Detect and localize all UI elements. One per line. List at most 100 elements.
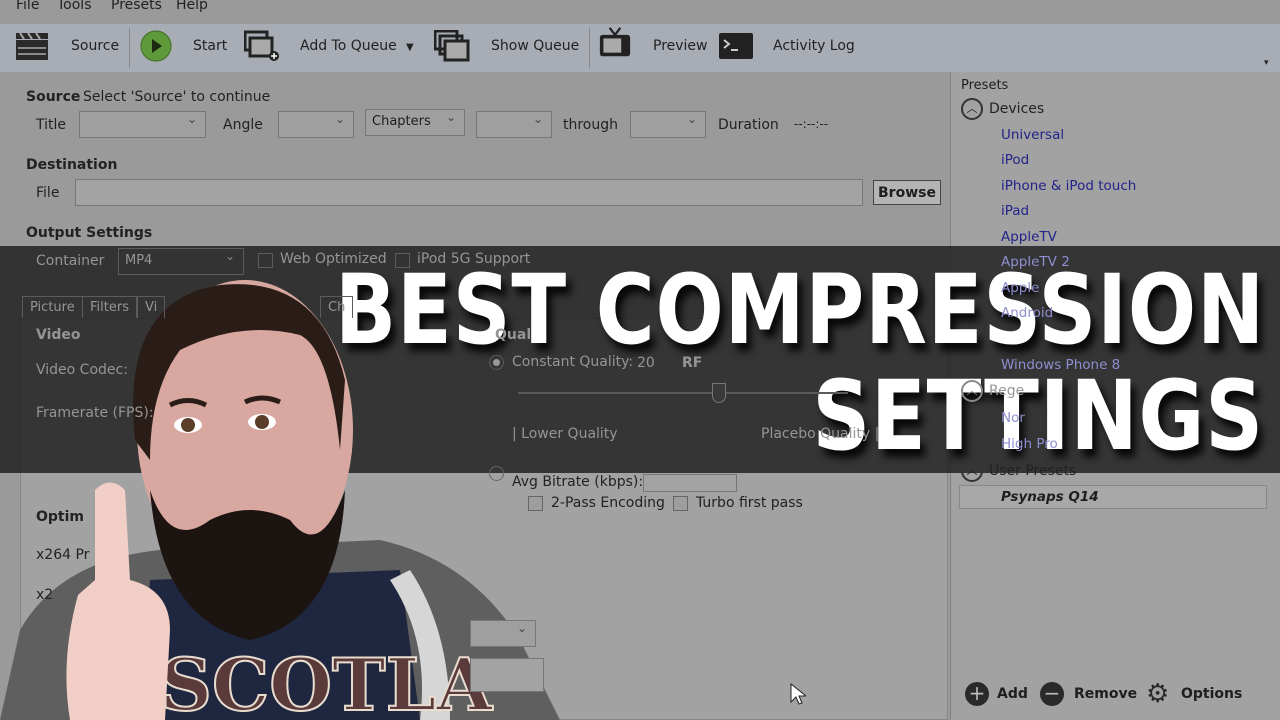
turbo-label: Turbo first pass	[696, 495, 803, 511]
preset-item[interactable]: Android	[1001, 305, 1053, 321]
preset-item[interactable]: Apple	[1001, 280, 1039, 296]
video-codec-label: Video Codec:	[36, 362, 128, 378]
preset-item[interactable]: iPhone & iPod touch	[1001, 178, 1136, 194]
dropdown-arrow-icon[interactable]: ▼	[406, 42, 414, 53]
quality-slider-track[interactable]	[518, 392, 848, 394]
quality-heading: Qual	[495, 327, 532, 343]
chapter-end-select[interactable]	[630, 111, 706, 138]
preset-item[interactable]: Nor	[1001, 410, 1025, 426]
web-optimized-checkbox[interactable]	[258, 253, 273, 268]
group-user-presets[interactable]: User Presets	[989, 463, 1076, 479]
duration-value: --:--:--	[794, 117, 829, 131]
preset-item[interactable]: Windows Phone 8	[1001, 357, 1120, 373]
group-regular[interactable]: Rege	[989, 383, 1024, 399]
cq-value: 20	[637, 355, 655, 371]
destination-heading: Destination	[26, 157, 118, 173]
angle-label: Angle	[223, 117, 263, 133]
turbo-checkbox[interactable]	[673, 496, 688, 511]
chapter-start-select[interactable]	[476, 111, 552, 138]
start-button[interactable]: Start	[193, 38, 227, 54]
preset-item[interactable]: AppleTV	[1001, 229, 1057, 245]
file-label: File	[36, 185, 60, 201]
toolbar: Source Start Add To Queue ▼ Show Queue P…	[0, 24, 1280, 72]
preset-item[interactable]: iPod	[1001, 152, 1029, 168]
output-settings-heading: Output Settings	[26, 225, 153, 241]
preset-item[interactable]: Universal	[1001, 127, 1064, 143]
tab-picture[interactable]: Picture	[22, 296, 83, 318]
activity-log-button[interactable]: Activity Log	[773, 38, 855, 54]
remove-icon[interactable]: −	[1040, 682, 1064, 706]
container-select[interactable]: MP4	[118, 248, 244, 275]
collapse-icon[interactable]: ︿	[961, 98, 983, 120]
play-icon[interactable]	[138, 30, 174, 62]
avg-bitrate-input[interactable]	[643, 474, 737, 492]
browse-button[interactable]: Browse	[873, 180, 941, 205]
ipod-label: iPod 5G Support	[417, 251, 531, 267]
presets-title: Presets	[961, 78, 1009, 93]
collapse-icon[interactable]: ︿	[961, 460, 983, 482]
clapperboard-icon[interactable]	[14, 30, 50, 62]
placebo-quality-label: Placebo Quality |	[761, 426, 880, 442]
framerate-label: Framerate (FPS):	[36, 405, 154, 421]
constant-quality-radio[interactable]	[489, 355, 504, 370]
two-pass-checkbox[interactable]	[528, 496, 543, 511]
level-field[interactable]	[470, 658, 544, 692]
menu-tools[interactable]: Tools	[57, 0, 92, 13]
cq-unit: RF	[682, 355, 703, 371]
show-queue-button[interactable]: Show Queue	[491, 38, 579, 54]
divider	[129, 28, 130, 68]
queue-icon[interactable]	[434, 30, 470, 62]
quality-slider-thumb[interactable]	[711, 383, 726, 403]
profile-select[interactable]	[470, 620, 536, 647]
through-label: through	[563, 117, 619, 133]
gear-icon[interactable]: ⚙	[1146, 679, 1169, 709]
video-heading: Video	[36, 327, 81, 343]
menu-file[interactable]: File	[16, 0, 39, 13]
angle-select[interactable]	[278, 111, 354, 138]
optimise-heading: Optim	[36, 509, 85, 525]
add-preset-button[interactable]: Add	[997, 686, 1028, 702]
lower-quality-label: | Lower Quality	[512, 426, 618, 442]
title-label: Title	[36, 117, 67, 133]
chapters-select[interactable]: Chapters	[365, 109, 465, 136]
ipod-checkbox[interactable]	[395, 253, 410, 268]
file-input[interactable]	[75, 179, 863, 206]
add-icon[interactable]: +	[965, 682, 989, 706]
collapse-icon[interactable]: ︿	[961, 380, 983, 402]
duration-label: Duration	[718, 117, 779, 133]
x264-tune-label: x2	[36, 587, 54, 603]
x264-preset-label: x264 Pr	[36, 547, 90, 563]
container-label: Container	[36, 253, 105, 269]
two-pass-label: 2-Pass Encoding	[551, 495, 665, 511]
overflow-icon[interactable]: ▾	[1264, 58, 1269, 68]
add-to-queue-button[interactable]: Add To Queue	[300, 38, 397, 54]
preset-item[interactable]: iPad	[1001, 203, 1029, 219]
preview-button[interactable]: Preview	[653, 38, 708, 54]
tab-video[interactable]: Vi	[137, 296, 166, 318]
tab-filters[interactable]: Filters	[82, 296, 137, 318]
web-optimized-label: Web Optimized	[280, 251, 387, 267]
add-queue-icon[interactable]	[244, 30, 280, 62]
options-button[interactable]: Options	[1181, 686, 1242, 702]
preset-item[interactable]: High Pro	[1001, 436, 1058, 452]
title-select[interactable]	[79, 111, 206, 138]
menu-presets[interactable]: Presets	[111, 0, 162, 13]
tv-icon[interactable]	[597, 26, 633, 58]
avg-bitrate-radio[interactable]	[489, 466, 504, 481]
constant-quality-label: Constant Quality:	[512, 354, 634, 370]
preset-item[interactable]: AppleTV 2	[1001, 254, 1070, 270]
avg-bitrate-label: Avg Bitrate (kbps):	[512, 474, 644, 490]
menu-help[interactable]: Help	[176, 0, 208, 13]
group-devices[interactable]: Devices	[989, 101, 1044, 117]
remove-preset-button[interactable]: Remove	[1074, 686, 1137, 702]
source-heading: Source	[26, 89, 81, 105]
preset-label: Psynaps Q14	[1001, 489, 1099, 505]
presets-panel: Presets ︿ Devices Universal iPod iPhone …	[950, 72, 1280, 720]
source-button[interactable]: Source	[71, 38, 119, 54]
preset-item-selected[interactable]: Psynaps Q14	[959, 485, 1267, 509]
mouse-cursor-icon	[790, 683, 806, 705]
divider	[589, 28, 590, 68]
source-status: Select 'Source' to continue	[83, 89, 271, 105]
tab-chapters[interactable]: Ch	[320, 296, 354, 318]
terminal-icon[interactable]	[718, 30, 754, 62]
